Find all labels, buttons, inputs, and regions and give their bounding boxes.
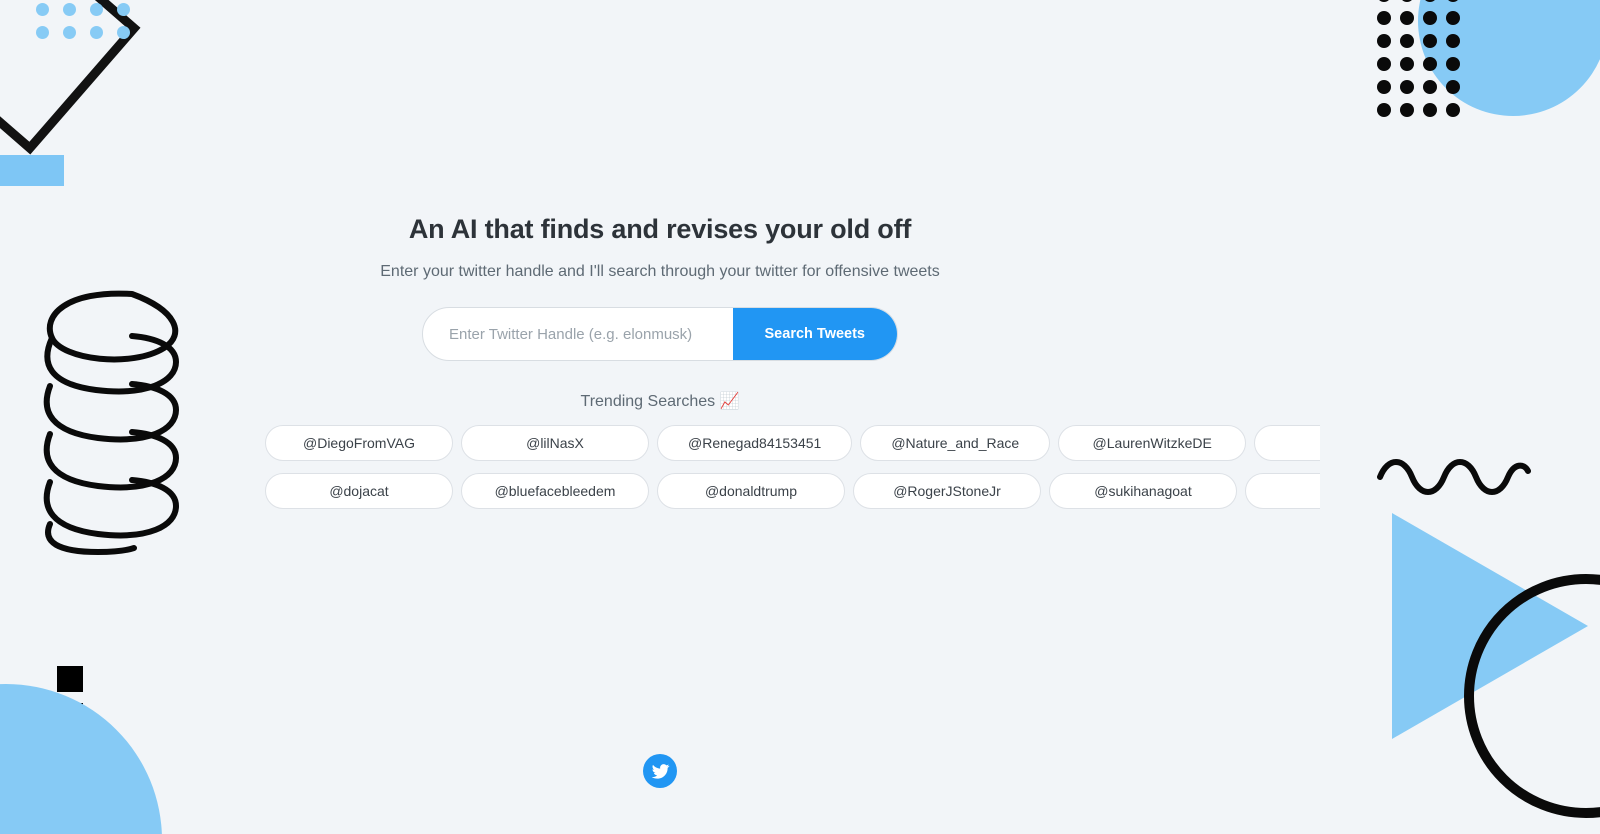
search-bar: Search Tweets — [0, 307, 1320, 361]
wave-squiggle-shape — [1377, 459, 1531, 495]
blue-circle-shape — [1418, 0, 1600, 116]
trending-chip[interactable]: @donaldtrump — [657, 473, 845, 509]
trending-chip[interactable]: @DiegoFromVAG — [265, 425, 453, 461]
main-content: An AI that finds and revises your old of… — [0, 0, 1320, 834]
search-tweets-button[interactable]: Search Tweets — [732, 308, 897, 360]
trending-chip[interactable]: @dojacat — [265, 473, 453, 509]
blue-triangle-shape — [1392, 513, 1588, 739]
footer-social-links — [0, 754, 1320, 788]
trending-chip-list: @DiegoFromVAG @lilNasX @Renegad84153451 … — [0, 425, 1320, 509]
trending-chip[interactable]: @sukihanagoat — [1049, 473, 1237, 509]
trending-chip[interactable]: @Nature_and_Race — [860, 425, 1051, 461]
trending-chip[interactable]: @LaurenWitzkeDE — [1058, 425, 1247, 461]
trending-chip[interactable]: @Renegad84153451 — [657, 425, 853, 461]
trending-chip-row-1: @DiegoFromVAG @lilNasX @Renegad84153451 … — [265, 425, 1320, 461]
trending-chip[interactable]: @lilNasX — [461, 425, 649, 461]
trending-searches-label: Trending Searches 📈 — [580, 393, 740, 410]
black-circle-outline-shape — [1464, 574, 1600, 818]
page-subtitle: Enter your twitter handle and I'll searc… — [380, 263, 940, 280]
search-input[interactable] — [423, 308, 733, 360]
trending-chip[interactable]: @RogerJStoneJr — [853, 473, 1041, 509]
trending-chip[interactable]: @hippoj — [1254, 425, 1320, 461]
trending-chip-row-2: @dojacat @bluefacebleedem @donaldtrump @… — [265, 473, 1320, 509]
search-pill-container: Search Tweets — [422, 307, 898, 361]
hero-section: An AI that finds and revises your old of… — [0, 214, 1320, 521]
trending-chip[interactable]: @no — [1245, 473, 1320, 509]
page-title: An AI that finds and revises your old of… — [408, 214, 912, 244]
twitter-icon[interactable] — [643, 754, 677, 788]
black-dot-grid-shape — [1377, 0, 1469, 126]
trending-chip[interactable]: @bluefacebleedem — [461, 473, 649, 509]
